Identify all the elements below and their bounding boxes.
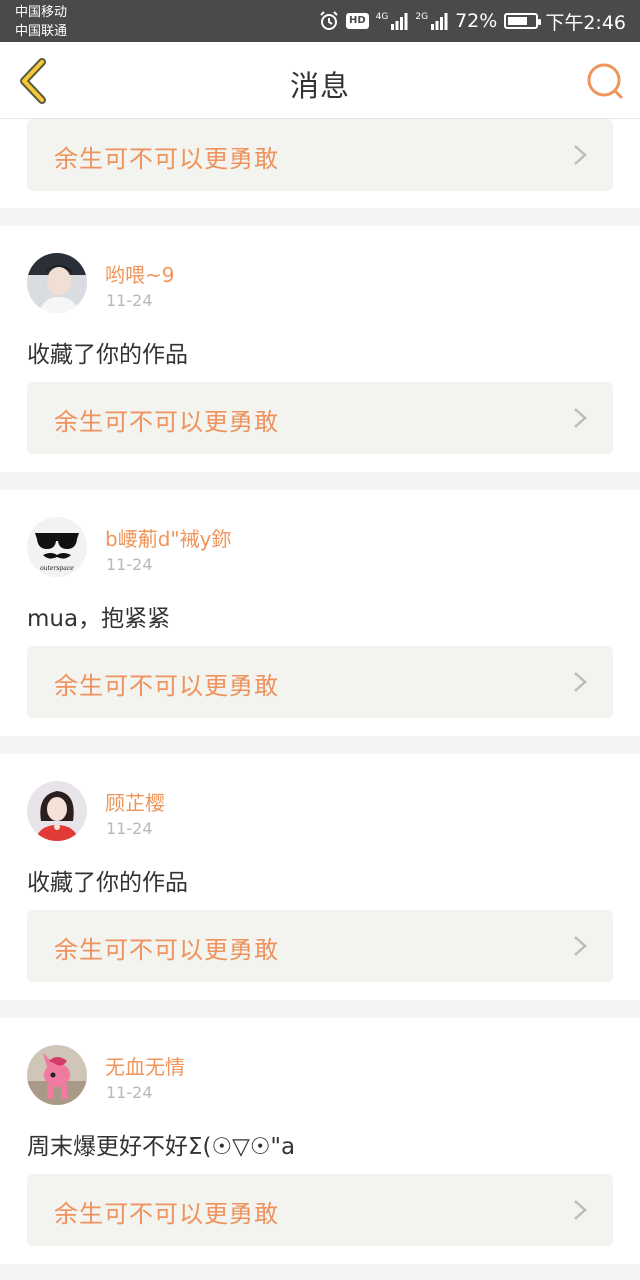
- message-card: 哟喂~9 11-24 收藏了你的作品 余生可不可以更勇敢: [0, 226, 640, 472]
- message-date: 11-24: [106, 819, 153, 838]
- message-card: 无血无情 11-24 周末爆更好不好Σ(☉▽☉"a 余生可不可以更勇敢: [0, 1018, 640, 1264]
- battery-icon: [504, 13, 542, 29]
- work-link[interactable]: 余生可不可以更勇敢: [27, 910, 613, 982]
- username[interactable]: 顾芷樱: [105, 787, 165, 816]
- message-card: 顾芷樱 11-24 收藏了你的作品 余生可不可以更勇敢: [0, 754, 640, 1000]
- battery-level: [508, 17, 528, 25]
- network-type-2: 2G: [415, 12, 429, 22]
- message-text: 周末爆更好不好Σ(☉▽☉"a: [27, 1134, 296, 1160]
- message-card-partial: 余生可不可以更勇敢: [0, 119, 640, 208]
- message-text: mua，抱紧紧: [27, 606, 171, 632]
- message-text: 收藏了你的作品: [27, 342, 188, 368]
- username[interactable]: 无血无情: [105, 1051, 185, 1080]
- work-title: 余生可不可以更勇敢: [54, 408, 279, 436]
- user-avatar[interactable]: outerspace: [27, 517, 87, 577]
- message-card: outerspace b崾葪d"裓y鉨 11-24 mua，抱紧紧 余生可不可以…: [0, 490, 640, 736]
- search-icon[interactable]: [586, 62, 624, 100]
- page-title: 消息: [289, 69, 350, 103]
- status-bar: 中国移动 中国联通 HD 4G 2G 72% 下午2:46: [0, 0, 640, 42]
- signal-icon: 4G: [376, 12, 409, 30]
- chevron-right-icon: [574, 408, 587, 428]
- clock: 下午2:46: [545, 11, 626, 34]
- alarm-icon: [320, 11, 338, 30]
- chevron-right-icon: [574, 936, 587, 956]
- username[interactable]: 哟喂~9: [105, 259, 174, 288]
- work-title: 余生可不可以更勇敢: [54, 1200, 279, 1228]
- signal-icon-2: 2G: [415, 12, 448, 30]
- app-header: 消息: [0, 42, 640, 119]
- work-link[interactable]: 余生可不可以更勇敢: [27, 1174, 613, 1246]
- work-title: 余生可不可以更勇敢: [54, 145, 279, 173]
- sunglasses-mustache-icon: outerspace: [35, 533, 79, 572]
- work-title: 余生可不可以更勇敢: [54, 936, 279, 964]
- message-text: 收藏了你的作品: [27, 870, 188, 896]
- message-date: 11-24: [106, 1083, 153, 1102]
- work-link[interactable]: 余生可不可以更勇敢: [27, 646, 613, 718]
- network-type-1: 4G: [375, 12, 389, 22]
- user-avatar[interactable]: [27, 781, 87, 841]
- chevron-right-icon: [574, 145, 587, 165]
- status-icons: HD 4G 2G 72% 下午2:46: [319, 8, 626, 34]
- work-link[interactable]: 余生可不可以更勇敢: [27, 382, 613, 454]
- message-date: 11-24: [106, 291, 153, 310]
- battery-percent: 72%: [455, 10, 498, 32]
- avatar-caption: outerspace: [40, 565, 74, 572]
- carrier-1: 中国移动: [15, 5, 68, 20]
- carrier-2: 中国联通: [15, 24, 68, 39]
- work-title: 余生可不可以更勇敢: [54, 672, 279, 700]
- work-link[interactable]: 余生可不可以更勇敢: [27, 119, 613, 191]
- user-avatar[interactable]: [27, 1045, 87, 1105]
- chevron-right-icon: [574, 1200, 587, 1220]
- username[interactable]: b崾葪d"裓y鉨: [105, 523, 231, 552]
- message-list: 余生可不可以更勇敢 哟喂~9 11-24 收藏了你的作品 余生可不可以更勇敢 o…: [0, 119, 640, 1264]
- message-date: 11-24: [106, 555, 153, 574]
- chevron-right-icon: [574, 672, 587, 692]
- user-avatar[interactable]: [27, 253, 87, 313]
- hd-icon: HD: [346, 13, 369, 29]
